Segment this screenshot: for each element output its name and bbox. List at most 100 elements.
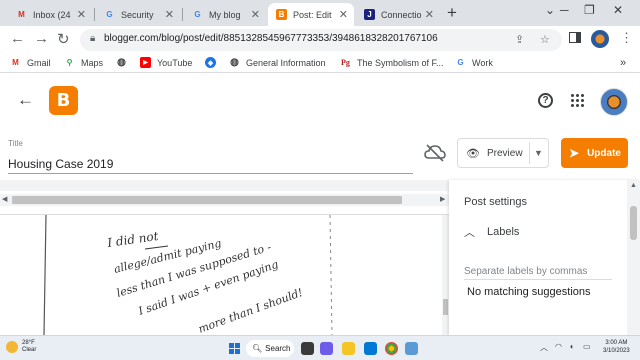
mail-icon[interactable]: [364, 342, 377, 355]
account-avatar[interactable]: [600, 88, 628, 116]
post-settings-panel: Post settings ︿ Labels No matching sugge…: [449, 180, 640, 335]
blogger-logo[interactable]: B: [49, 86, 78, 115]
document-vertical-scrollbar[interactable]: [442, 215, 449, 335]
scrollbar-thumb[interactable]: [443, 299, 448, 315]
address-row: ← → ↻ 🔒︎ blogger.com/blog/post/edit/8851…: [0, 26, 640, 53]
blogger-icon: B: [276, 9, 287, 20]
teams-icon[interactable]: [320, 342, 333, 355]
tab-label: Connectio: [381, 9, 422, 20]
bookmark-star-icon[interactable]: ☆: [540, 33, 550, 46]
windows-taskbar: 28°F Clear 🔍︎ Search ︿ ◠ ◖ ▭ 3:00 AM 3/1…: [0, 335, 640, 360]
show-hidden-icons[interactable]: ︿: [540, 342, 548, 353]
bookmark-globe[interactable]: ◍: [116, 57, 133, 68]
task-view-icon[interactable]: [301, 342, 314, 355]
scroll-right-icon[interactable]: ▶: [440, 195, 445, 203]
google-icon: G: [106, 10, 113, 19]
tab-inbox[interactable]: M Inbox (24 ✕: [8, 3, 92, 26]
bookmarks-overflow-button[interactable]: »: [620, 57, 626, 69]
lock-icon[interactable]: 🔒︎: [90, 33, 95, 44]
cloud-off-icon: [424, 144, 446, 162]
file-explorer-icon[interactable]: [342, 342, 355, 355]
horizontal-scrollbar[interactable]: ◀ ▶: [0, 194, 449, 206]
update-label: Update: [587, 147, 621, 159]
preview-button[interactable]: 👁︎ Preview: [458, 139, 529, 167]
scroll-left-icon[interactable]: ◀: [2, 195, 7, 203]
bookmark-label: Maps: [81, 57, 104, 68]
blogger-app-bar: ← B ?: [0, 74, 640, 126]
post-title-input[interactable]: [8, 154, 413, 174]
bookmark-compass[interactable]: ◈: [205, 57, 222, 68]
send-icon: ➤: [569, 146, 580, 160]
tab-label: My blog: [209, 9, 241, 20]
weather-temp: 28°F: [22, 340, 35, 346]
bookmark-gmail[interactable]: M Gmail: [10, 57, 51, 68]
overflow-chevron-icon: »: [620, 57, 627, 69]
share-icon[interactable]: ⇪: [515, 33, 524, 46]
scroll-up-icon[interactable]: ▲: [630, 182, 637, 189]
scan-edge-line: [329, 215, 333, 335]
help-icon[interactable]: ?: [538, 93, 553, 108]
forward-arrow-icon[interactable]: →: [34, 30, 49, 47]
panel-scrollbar[interactable]: ▲: [627, 180, 640, 335]
bookmark-work[interactable]: G Work: [455, 57, 493, 68]
close-icon[interactable]: ✕: [339, 8, 348, 21]
apps-grid-icon[interactable]: [571, 94, 584, 107]
tab-security[interactable]: G Security ✕: [96, 3, 180, 26]
tab-connection[interactable]: J Connectio ✕: [356, 3, 440, 26]
tab-my-blog[interactable]: G My blog ✕: [184, 3, 266, 26]
close-icon[interactable]: ✕: [251, 8, 260, 21]
tab-search-chevron-icon[interactable]: ⌄: [545, 3, 555, 17]
url-text[interactable]: blogger.com/blog/post/edit/8851328545967…: [104, 33, 438, 44]
volume-icon[interactable]: ◖: [569, 342, 574, 351]
bookmark-label: Gmail: [27, 57, 51, 68]
bookmark-general-information[interactable]: ◍ General Information: [229, 57, 325, 68]
back-arrow-icon[interactable]: ←: [17, 90, 34, 110]
labels-input[interactable]: [464, 264, 612, 280]
tab-label: Inbox (24: [33, 9, 71, 20]
wifi-icon[interactable]: ◠: [555, 342, 562, 351]
start-button[interactable]: [229, 343, 240, 354]
battery-icon[interactable]: ▭: [583, 342, 591, 351]
title-label: Title: [8, 139, 23, 148]
minimize-icon[interactable]: ─: [560, 3, 569, 17]
eye-icon: 👁︎: [466, 147, 480, 160]
address-bar[interactable]: 🔒︎ blogger.com/blog/post/edit/8851328545…: [80, 29, 562, 51]
bookmark-maps[interactable]: ⚲ Maps: [64, 57, 103, 68]
profile-avatar[interactable]: [591, 30, 609, 48]
compass-icon: ◈: [205, 57, 216, 68]
sun-icon: [6, 341, 18, 353]
taskbar-search[interactable]: 🔍︎ Search: [246, 340, 294, 357]
close-icon[interactable]: ✕: [77, 8, 86, 21]
preview-button-group: 👁︎ Preview ▼: [457, 138, 549, 168]
new-tab-button[interactable]: +: [447, 3, 457, 23]
labels-section-toggle[interactable]: ︿ Labels: [464, 224, 519, 240]
bookmark-symbolism[interactable]: Pg The Symbolism of F...: [340, 57, 444, 68]
search-label: Search: [265, 344, 291, 353]
help-glyph: ?: [542, 95, 549, 106]
restore-icon[interactable]: ❐: [584, 3, 595, 17]
system-clock[interactable]: 3:00 AM 3/10/2023: [603, 339, 630, 355]
scrollbar-thumb[interactable]: [12, 196, 402, 204]
close-icon[interactable]: ✕: [425, 8, 434, 21]
side-panel-icon[interactable]: [569, 32, 581, 43]
tab-divider: [94, 8, 95, 21]
reload-icon[interactable]: ↻: [57, 30, 70, 48]
bookmark-label: The Symbolism of F...: [357, 57, 444, 68]
preview-dropdown-icon[interactable]: ▼: [534, 148, 543, 158]
weather-widget[interactable]: 28°F Clear: [6, 340, 36, 354]
search-icon: 🔍︎: [252, 344, 263, 353]
scrollbar-thumb[interactable]: [630, 206, 637, 240]
chrome-icon[interactable]: [385, 342, 398, 355]
tab-label: Post: Edit: [293, 9, 332, 20]
app-icon[interactable]: [405, 342, 418, 355]
bookmark-youtube[interactable]: ▶ YouTube: [140, 57, 192, 68]
window-close-icon[interactable]: ✕: [613, 3, 623, 17]
handwriting-line-5: more than I should!: [197, 286, 305, 335]
close-icon[interactable]: ✕: [165, 8, 174, 21]
tab-post-edit[interactable]: B Post: Edit ✕: [268, 3, 354, 26]
bookmark-label: Work: [472, 57, 493, 68]
browser-tab-strip: M Inbox (24 ✕ G Security ✕ G My blog ✕ B…: [0, 0, 640, 26]
update-button[interactable]: ➤ Update: [561, 138, 628, 168]
back-arrow-icon[interactable]: ←: [10, 30, 25, 47]
browser-menu-icon[interactable]: ⋮: [620, 30, 633, 46]
